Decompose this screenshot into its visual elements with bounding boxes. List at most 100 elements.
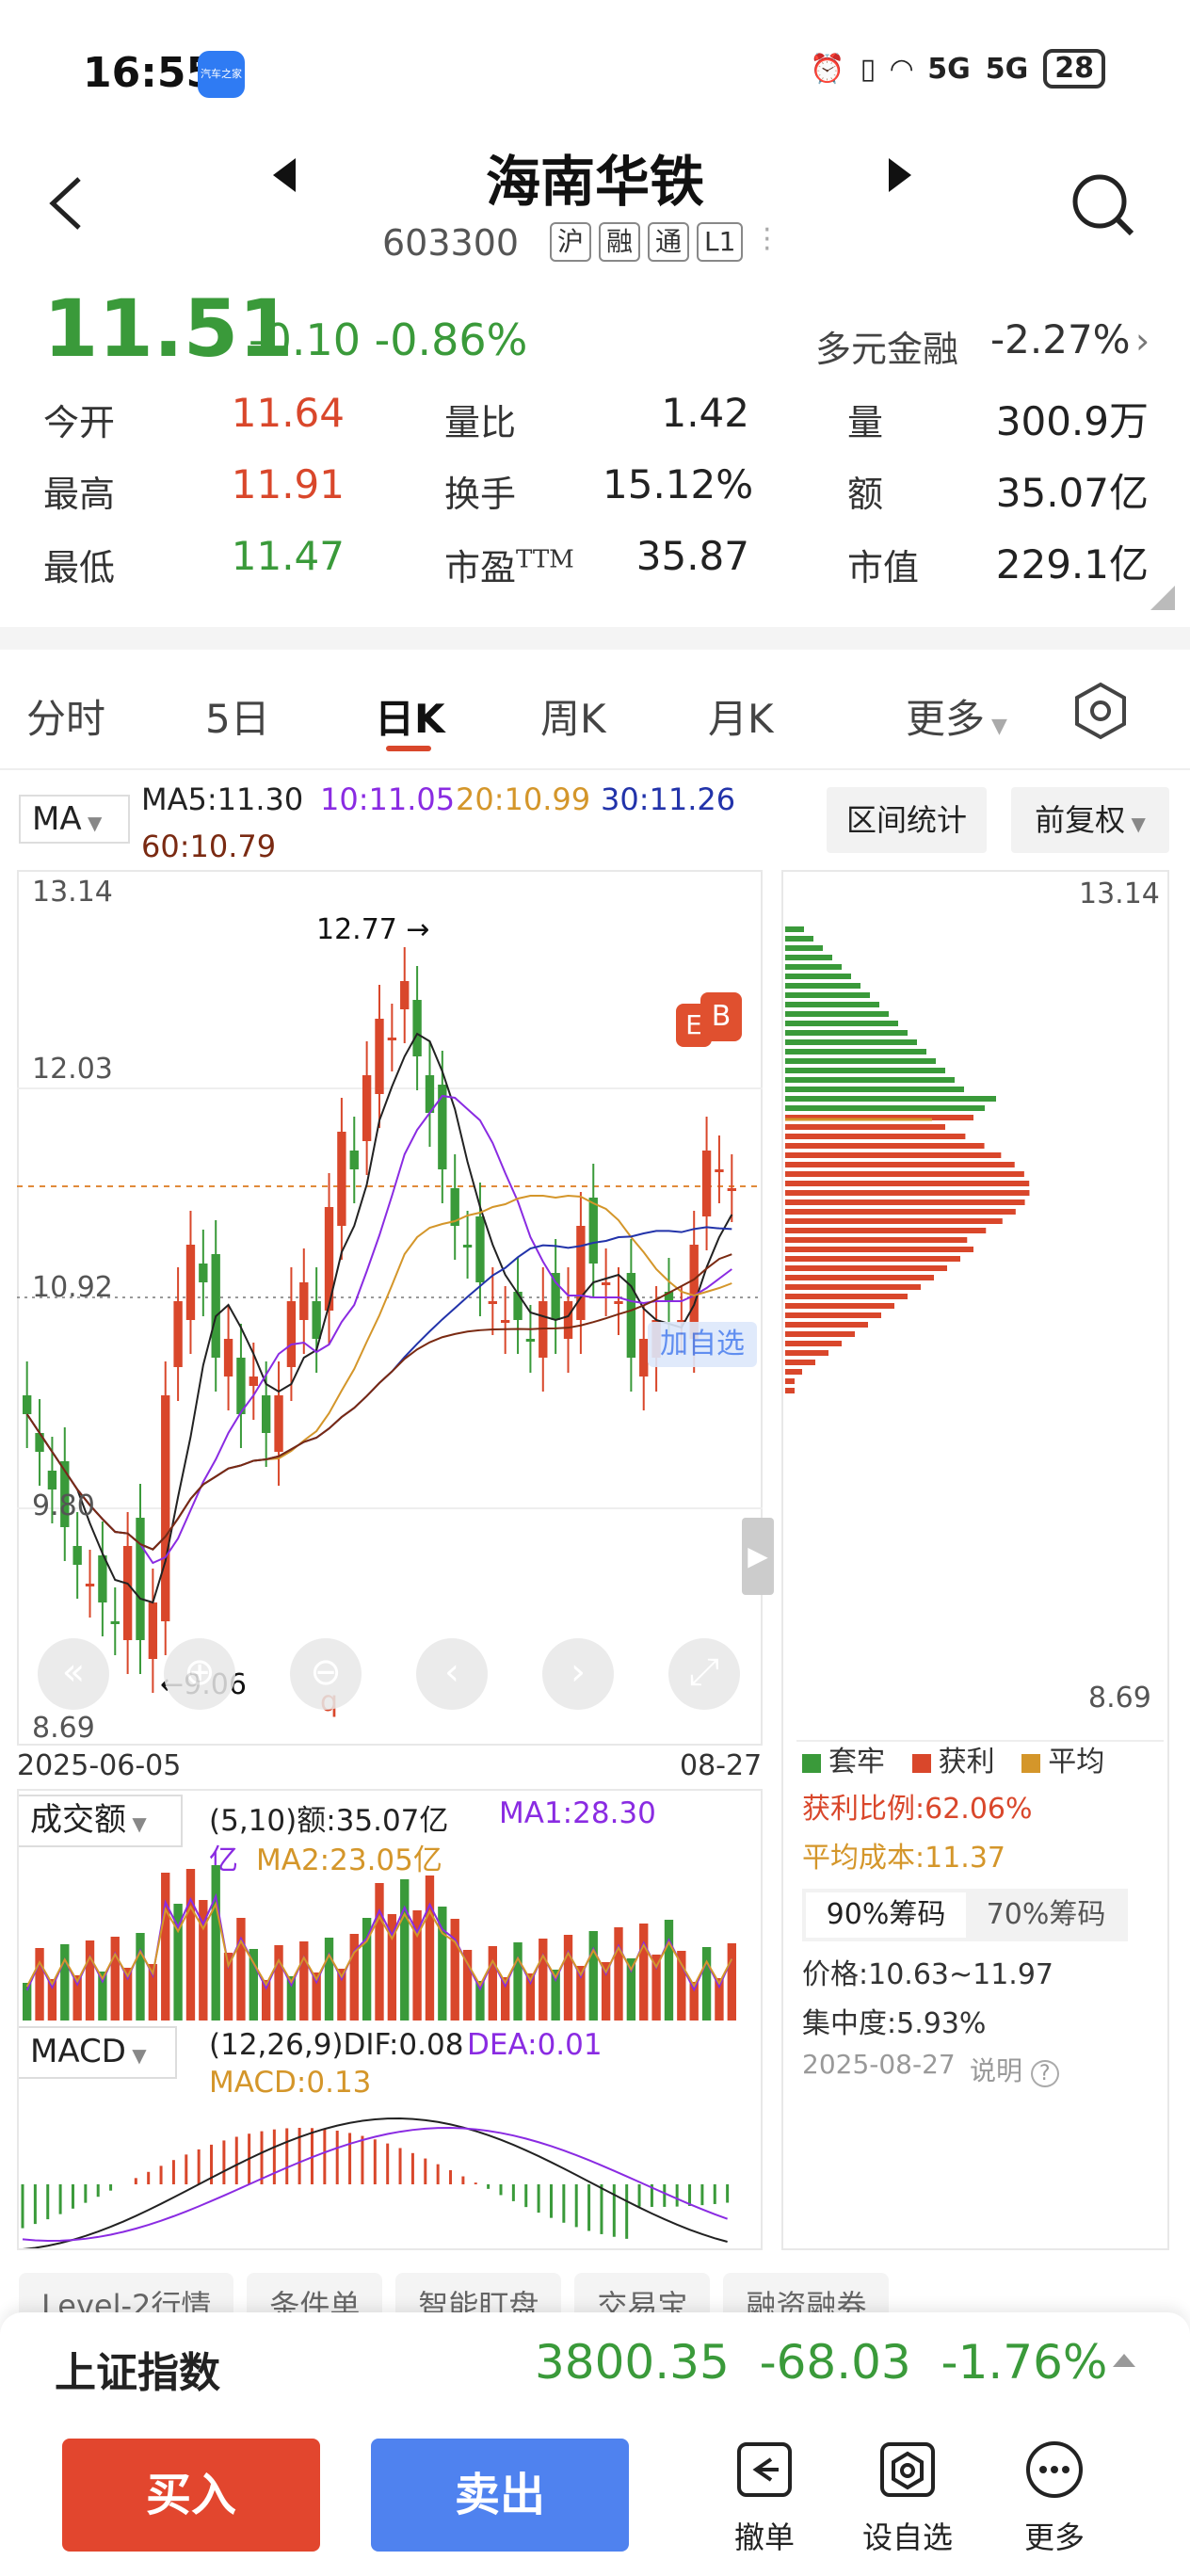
tag-connect[interactable]: 通: [648, 222, 690, 262]
tab-more[interactable]: 更多 ▼: [906, 687, 1007, 745]
chip-tab-90[interactable]: 90%筹码: [806, 1892, 966, 1938]
ma60-legend: 60:10.79: [141, 829, 277, 864]
date-end: 08-27: [680, 1749, 763, 1782]
next-button[interactable]: ›: [542, 1638, 614, 1710]
chip-bar: [785, 974, 851, 979]
chip-legend: 套牢 获利 平均: [802, 1738, 1104, 1779]
index-value: 3800.35: [535, 2335, 730, 2390]
status-icons: ⏰ ▯ ◠ 5G 5G 28: [810, 49, 1105, 89]
candle: [475, 1216, 485, 1282]
tab-daily-k[interactable]: 日K: [375, 687, 445, 745]
ma-line: [25, 1226, 732, 1551]
tag-sh[interactable]: 沪: [550, 222, 592, 262]
macd-chart: [21, 2117, 730, 2250]
prev-button[interactable]: ‹: [416, 1638, 488, 1710]
volume-ma1: MA1:28.30: [499, 1796, 656, 1830]
chip-bar: [785, 936, 813, 942]
amount-value: 35.07亿: [995, 470, 1149, 516]
rewind-button[interactable]: «: [38, 1638, 109, 1710]
candle: [85, 1584, 95, 1586]
chip-bar: [785, 1011, 889, 1017]
legend-avg-swatch: [1021, 1754, 1041, 1773]
event-marker-b[interactable]: B: [700, 992, 742, 1041]
volume-bar: [539, 1939, 548, 2021]
chip-bar: [785, 1378, 795, 1384]
sell-button[interactable]: 卖出: [371, 2439, 629, 2552]
candle: [576, 1226, 586, 1320]
expand-up-icon[interactable]: [1113, 2354, 1135, 2367]
candle: [72, 1546, 82, 1565]
more-dots-icon[interactable]: · · ·: [763, 217, 772, 264]
fullscreen-button[interactable]: ⤢: [668, 1638, 740, 1710]
chevron-right-icon[interactable]: ›: [1135, 320, 1150, 362]
expand-corner-icon[interactable]: [1150, 586, 1175, 610]
expand-chips-handle[interactable]: ▶: [742, 1518, 774, 1595]
tag-margin[interactable]: 融: [599, 222, 641, 262]
change-abs: -0.10: [249, 314, 362, 365]
chip-bar: [785, 1312, 881, 1318]
chip-bar: [785, 1218, 1003, 1224]
volume-chart: [23, 1865, 736, 2021]
cancel-order-button[interactable]: 撤单: [708, 2439, 821, 2557]
volume-bar: [211, 1865, 220, 2021]
caret-down-icon: ▼: [125, 2044, 147, 2067]
candle: [349, 1151, 359, 1169]
volume-bar: [664, 1920, 674, 2021]
search-icon[interactable]: [1069, 171, 1137, 239]
candle: [211, 1254, 220, 1358]
adjust-label: 前复权: [1035, 802, 1126, 838]
range-stats-button[interactable]: 区间统计: [827, 787, 987, 853]
candle: [236, 1358, 246, 1414]
open-label: 今开: [43, 402, 116, 443]
chip-tab-70[interactable]: 70%筹码: [966, 1892, 1126, 1938]
pe-value: 35.87: [635, 533, 749, 579]
zoom-in-button[interactable]: ⊕: [164, 1638, 235, 1710]
chip-bar: [785, 1303, 894, 1309]
add-watchlist-button[interactable]: 设自选: [851, 2439, 964, 2557]
volume-bar: [450, 1919, 459, 2021]
buy-button[interactable]: 买入: [62, 2439, 320, 2552]
next-stock-icon[interactable]: [889, 158, 911, 192]
more-actions-button[interactable]: 更多: [998, 2439, 1111, 2557]
volume-bar: [614, 1927, 623, 2021]
settings-hex-icon[interactable]: [1073, 682, 1128, 740]
chip-bar: [785, 1360, 815, 1365]
tab-intraday[interactable]: 分时: [26, 687, 105, 745]
tab-weekly-k[interactable]: 周K: [540, 687, 606, 745]
chip-bar: [785, 1322, 868, 1328]
volume-bar: [236, 1918, 246, 2021]
volume-bar: [651, 1955, 661, 2021]
volume-bar: [324, 1938, 334, 2021]
ma30-legend: 30:11.26: [601, 781, 736, 817]
adjust-button[interactable]: 前复权 ▼: [1011, 787, 1169, 853]
add-watch-button[interactable]: 加自选: [648, 1322, 757, 1367]
chip-price-range: 价格:10.63~11.97: [802, 1958, 1054, 1991]
zoom-out-button[interactable]: ⊖: [290, 1638, 362, 1710]
candle: [462, 1245, 473, 1248]
tag-l1[interactable]: L1: [697, 222, 744, 262]
candle: [23, 1395, 32, 1414]
ma-selector[interactable]: MA ▼: [19, 795, 130, 844]
chip-bar: [785, 1105, 985, 1111]
volume-bar: [299, 1941, 309, 2021]
candle: [312, 1301, 321, 1339]
macd-selector[interactable]: MACD ▼: [17, 2026, 177, 2079]
volume-bar: [513, 1942, 523, 2021]
sector-name[interactable]: 多元金融: [815, 320, 958, 372]
index-name[interactable]: 上证指数: [55, 2339, 220, 2399]
volume-bar: [701, 1947, 712, 2021]
candle: [110, 1621, 120, 1624]
candle: [727, 1188, 736, 1191]
tab-5day[interactable]: 5日: [205, 687, 270, 745]
index-quote[interactable]: 3800.35 -68.03 -1.76%: [535, 2335, 1107, 2390]
chip-explain-link[interactable]: 说明 ?: [970, 2051, 1059, 2088]
sector-change[interactable]: -2.27%: [990, 316, 1131, 362]
signal-icon: 5G: [985, 52, 1029, 86]
tab-monthly-k[interactable]: 月K: [708, 687, 774, 745]
candle: [98, 1555, 107, 1602]
volume-selector-label: 成交额: [30, 1801, 126, 1839]
more-circle-icon: [1026, 2441, 1083, 2498]
volume-bar: [677, 1951, 686, 2021]
price-change: -0.10 -0.86%: [249, 314, 527, 365]
chip-bar: [785, 1171, 1024, 1177]
